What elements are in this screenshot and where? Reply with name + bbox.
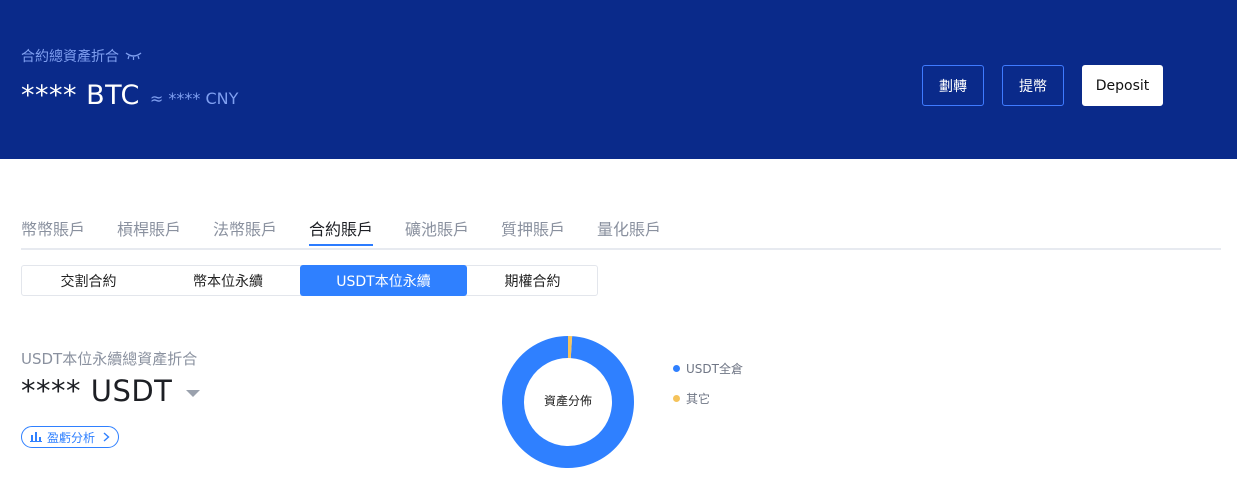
chevron-right-icon — [103, 432, 110, 442]
contract-type-tabs: 交割合約 幣本位永續 USDT本位永續 期權合約 — [21, 265, 598, 296]
legend-dot-other — [673, 394, 680, 402]
asset-distribution-legend: USDT全倉 其它 — [673, 360, 743, 420]
subtab-options[interactable]: 期權合約 — [467, 265, 598, 296]
legend-label-other: 其它 — [686, 391, 711, 406]
pnl-analysis-label: 盈虧分析 — [47, 430, 96, 445]
tab-spot-account[interactable]: 幣幣賬戶 — [21, 216, 85, 240]
tab-quant-account[interactable]: 量化賬戶 — [597, 216, 661, 240]
legend-item-other: 其它 — [673, 390, 743, 406]
asset-distribution-label: 資產分佈 — [543, 394, 592, 408]
legend-dot-usdt-cross — [673, 364, 680, 372]
tab-fiat-account[interactable]: 法幣賬戶 — [213, 216, 277, 240]
withdraw-button[interactable]: 提幣 — [1002, 65, 1064, 106]
account-tabs: 幣幣賬戶 槓桿賬戶 法幣賬戶 合約賬戶 礦池賬戶 質押賬戶 量化賬戶 — [21, 212, 1221, 250]
usdt-perpetual-value: **** USDT — [21, 374, 173, 408]
subtab-coin-perpetual[interactable]: 幣本位永續 — [161, 265, 295, 296]
pnl-analysis-button[interactable]: 盈虧分析 — [21, 426, 120, 448]
tab-margin-account[interactable]: 槓桿賬戶 — [117, 216, 181, 240]
legend-item-usdt-cross: USDT全倉 — [673, 360, 743, 376]
caret-down-icon[interactable] — [186, 389, 201, 397]
hide-balance-eye-icon[interactable] — [125, 51, 142, 61]
total-assets-label: 合約總資產折合 — [21, 46, 142, 66]
total-assets-cny: ≈ **** CNY — [149, 89, 239, 108]
usdt-perpetual-balance: **** USDT — [21, 374, 201, 408]
subtab-delivery[interactable]: 交割合約 — [22, 265, 155, 296]
header-banner: 合約總資產折合 **** BTC ≈ **** CNY 劃轉 提幣 Deposi… — [0, 0, 1237, 159]
transfer-button[interactable]: 劃轉 — [922, 65, 984, 106]
total-assets-btc: **** BTC — [21, 80, 140, 111]
total-assets-balance: **** BTC ≈ **** CNY — [21, 80, 238, 111]
bar-chart-icon — [30, 432, 42, 442]
legend-label-usdt-cross: USDT全倉 — [686, 361, 743, 376]
tab-contract-account[interactable]: 合約賬戶 — [309, 216, 373, 240]
usdt-perpetual-total-label: USDT本位永續總資產折合 — [21, 350, 198, 368]
total-assets-label-text: 合約總資產折合 — [21, 49, 119, 65]
deposit-button[interactable]: Deposit — [1082, 65, 1163, 106]
tab-staking-account[interactable]: 質押賬戶 — [501, 216, 565, 240]
tab-pool-account[interactable]: 礦池賬戶 — [405, 216, 469, 240]
active-tab-indicator — [309, 244, 373, 246]
subtab-usdt-perpetual[interactable]: USDT本位永續 — [300, 265, 467, 296]
